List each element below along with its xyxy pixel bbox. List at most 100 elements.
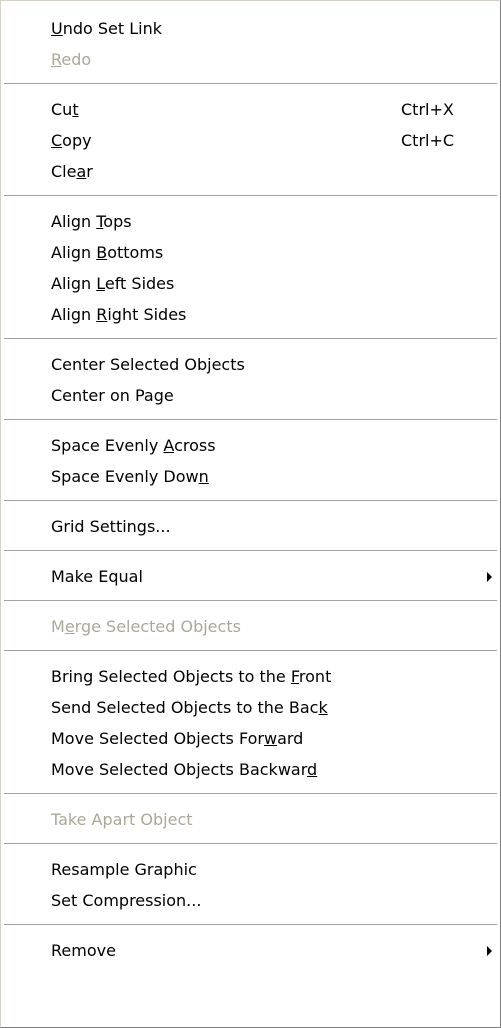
menu-separator (4, 500, 497, 502)
access-key: A (163, 436, 175, 455)
label-text: cross (174, 436, 216, 455)
access-key: C (51, 131, 63, 150)
menu-item-cut[interactable]: Cut Ctrl+X (1, 94, 500, 125)
menu-item-remove[interactable]: Remove (1, 935, 500, 966)
access-key: a (76, 162, 87, 181)
access-key: t (72, 100, 79, 119)
menu-item-label: Undo Set Link (51, 13, 162, 44)
menu-item-label: Align Right Sides (51, 299, 186, 330)
menu-item-merge-selected-objects[interactable]: Merge Selected Objects (1, 611, 500, 642)
submenu-arrow-icon (487, 572, 492, 582)
menu-item-label: Make Equal (51, 561, 143, 592)
access-key: F (290, 667, 299, 686)
label-text: ops (103, 212, 132, 231)
menu-item-copy[interactable]: Copy Ctrl+C (1, 125, 500, 156)
access-key: B (96, 243, 108, 262)
label-text: Cle (51, 162, 77, 181)
submenu-arrow-icon (487, 946, 492, 956)
access-key: k (318, 698, 328, 717)
menu-item-label: Clear (51, 156, 93, 187)
access-key: R (51, 50, 62, 69)
menu-item-label: Center Selected Objects (51, 349, 245, 380)
access-key: L (96, 274, 105, 293)
label-text: Cu (51, 100, 73, 119)
shortcut-label: Ctrl+X (401, 100, 454, 119)
menu-item-label: Redo (51, 44, 91, 75)
label-text: Move Selected Objects Backwar (51, 760, 307, 779)
label-text: Align (51, 212, 97, 231)
label-text: Take Apart Object (51, 810, 193, 829)
label-text: Set Compression... (51, 891, 202, 910)
label-text: Align (51, 274, 97, 293)
menu-item-label: Center on Page (51, 380, 174, 411)
label-text: Remove (51, 941, 116, 960)
label-text: edo (61, 50, 92, 69)
menu-item-set-compression[interactable]: Set Compression... (1, 885, 500, 916)
menu-item-label: Take Apart Object (51, 804, 193, 835)
menu-item-label: Merge Selected Objects (51, 611, 241, 642)
label-text: rge Selected Objects (74, 617, 241, 636)
menu-item-center-on-page[interactable]: Center on Page (1, 380, 500, 411)
menu-separator (4, 793, 497, 795)
menu-item-label: Set Compression... (51, 885, 201, 916)
menu-separator (4, 550, 497, 552)
menu-item-label: Grid Settings... (51, 511, 171, 542)
label-text: eft Sides (104, 274, 175, 293)
menu-item-bring-to-front[interactable]: Bring Selected Objects to the Front (1, 661, 500, 692)
menu-item-align-tops[interactable]: Align Tops (1, 206, 500, 237)
access-key: w (263, 729, 278, 748)
menu-item-label: Copy (51, 125, 92, 156)
label-text: Space Evenly Dow (51, 467, 199, 486)
menu-item-align-bottoms[interactable]: Align Bottoms (1, 237, 500, 268)
label-text: M (51, 617, 65, 636)
menu-separator (4, 338, 497, 340)
menu-item-redo[interactable]: Redo (1, 44, 500, 75)
menu-item-label: Space Evenly Down (51, 461, 209, 492)
menu-item-space-evenly-across[interactable]: Space Evenly Across (1, 430, 500, 461)
menu-item-undo[interactable]: Undo Set Link (1, 13, 500, 44)
access-key: R (96, 305, 108, 324)
label-text: ard (277, 729, 304, 748)
label-text: Send Selected Objects to the Bac (51, 698, 319, 717)
menu-item-align-left-sides[interactable]: Align Left Sides (1, 268, 500, 299)
menu-item-make-equal[interactable]: Make Equal (1, 561, 500, 592)
menu-item-label: Align Left Sides (51, 268, 174, 299)
menu-item-space-evenly-down[interactable]: Space Evenly Down (1, 461, 500, 492)
menu-item-resample-graphic[interactable]: Resample Graphic (1, 854, 500, 885)
menu-item-move-forward[interactable]: Move Selected Objects Forward (1, 723, 500, 754)
menu-item-label: Move Selected Objects Backward (51, 754, 317, 785)
label-text: ront (298, 667, 332, 686)
menu-item-label: Move Selected Objects Forward (51, 723, 303, 754)
menu-item-move-backward[interactable]: Move Selected Objects Backward (1, 754, 500, 785)
menu-item-send-to-back[interactable]: Send Selected Objects to the Back (1, 692, 500, 723)
menu-item-label: Resample Graphic (51, 854, 197, 885)
menu-separator (4, 650, 497, 652)
access-key: e (64, 617, 75, 636)
menu-separator (4, 195, 497, 197)
menu-item-clear[interactable]: Clear (1, 156, 500, 187)
label-text: Center on Page (51, 386, 174, 405)
label-text: Grid Settings... (51, 517, 171, 536)
menu-item-label: Cut (51, 94, 79, 125)
label-text: Make Equal (51, 567, 143, 586)
menu-item-label: Align Bottoms (51, 237, 163, 268)
menu-item-center-selected-objects[interactable]: Center Selected Objects (1, 349, 500, 380)
shortcut-label: Ctrl+C (401, 131, 455, 150)
menu-item-grid-settings[interactable]: Grid Settings... (1, 511, 500, 542)
menu-item-take-apart-object[interactable]: Take Apart Object (1, 804, 500, 835)
menu-separator (4, 83, 497, 85)
access-key: n (198, 467, 209, 486)
label-text: Resample Graphic (51, 860, 197, 879)
access-key: U (51, 19, 63, 38)
label-text: r (86, 162, 93, 181)
label-text: Move Selected Objects For (51, 729, 264, 748)
label-text: Align (51, 243, 97, 262)
menu-item-align-right-sides[interactable]: Align Right Sides (1, 299, 500, 330)
menu-item-label: Remove (51, 935, 116, 966)
menu-item-label: Send Selected Objects to the Back (51, 692, 328, 723)
menu-separator (4, 419, 497, 421)
menu-separator (4, 843, 497, 845)
access-key: d (307, 760, 318, 779)
label-text: ndo Set Link (62, 19, 163, 38)
label-text: Align (51, 305, 97, 324)
